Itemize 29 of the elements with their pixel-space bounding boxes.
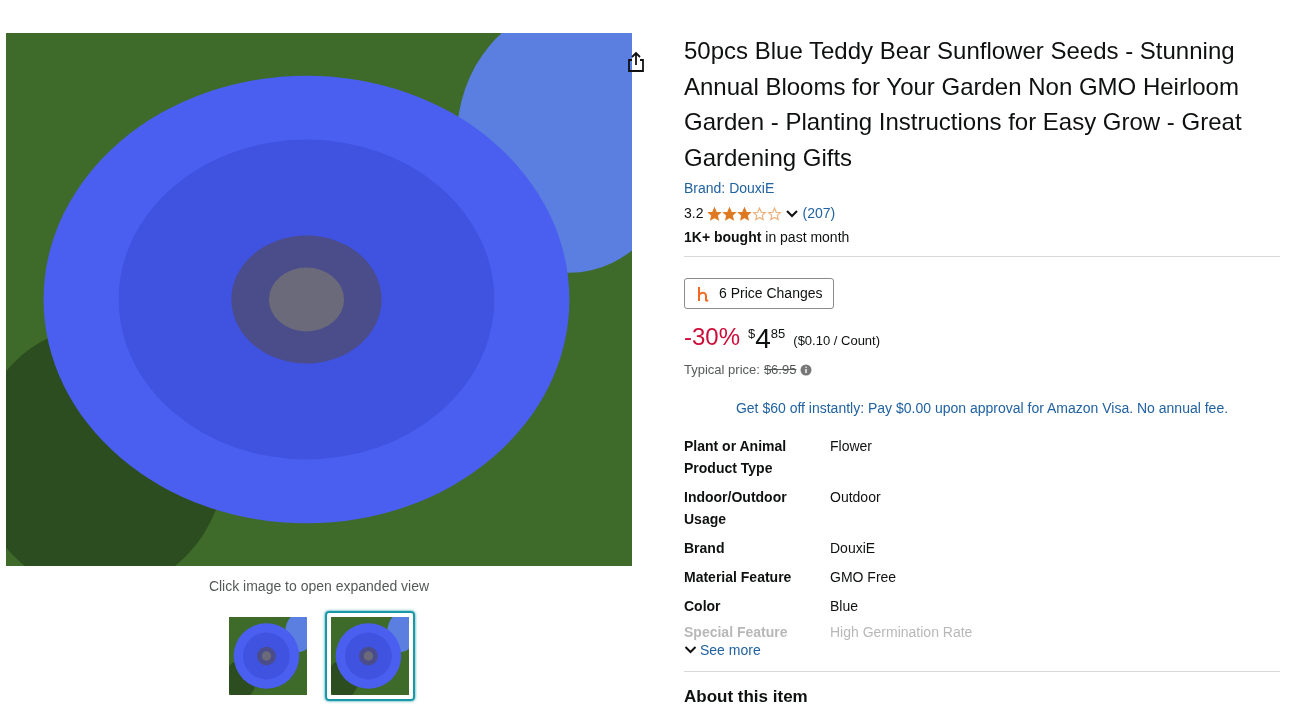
spec-label: Brand <box>684 538 726 558</box>
product-title: 50pcs Blue Teddy Bear Sunflower Seeds - Stunning Annual Blooms for Your Garden Non GMO Heirloom Garden - Planting Instructions for Easy Grow - Great Gardening Gifts <box>684 36 1243 173</box>
rating-value: 3.2 <box>684 204 704 223</box>
spec-value: Flower <box>830 436 872 456</box>
spec-label: Color <box>684 596 722 616</box>
review-count-link[interactable]: (207) <box>802 203 836 224</box>
spec-value: DouxiE <box>830 538 876 558</box>
chevron-down-icon[interactable] <box>786 208 799 219</box>
info-icon[interactable] <box>800 363 813 376</box>
about-heading: About this item <box>684 685 809 708</box>
typical-price-label: Typical price: <box>684 361 760 379</box>
see-more-link[interactable]: See more <box>700 639 761 661</box>
thumbnail[interactable] <box>325 611 415 701</box>
bought-count: 1K+ bought in past month <box>684 228 851 247</box>
unit-price: ($0.10 / Count) <box>793 332 881 350</box>
expand-caption: Click image to open expanded view <box>207 577 431 596</box>
spec-value: Blue <box>830 596 859 616</box>
share-icon[interactable] <box>626 51 646 73</box>
brand-link[interactable]: Brand: DouxiE <box>684 178 775 199</box>
typical-price: $6.95 <box>763 361 797 379</box>
spec-label: Indoor/Outdoor Usage <box>684 487 788 529</box>
spec-label: Material Feature <box>684 567 793 587</box>
promo-link[interactable]: Get $60 off instantly: Pay $0.00 upon approval for Amazon Visa. No annual fee. <box>684 397 1280 419</box>
discount-percent: -30% <box>684 322 741 352</box>
spec-value: Outdoor <box>830 487 881 507</box>
spec-label: Plant or Animal Product Type <box>684 436 788 478</box>
price-changes-button[interactable]: 6 Price Changes <box>684 278 834 309</box>
chevron-down-icon[interactable] <box>684 645 697 655</box>
spec-value: GMO Free <box>830 567 897 587</box>
